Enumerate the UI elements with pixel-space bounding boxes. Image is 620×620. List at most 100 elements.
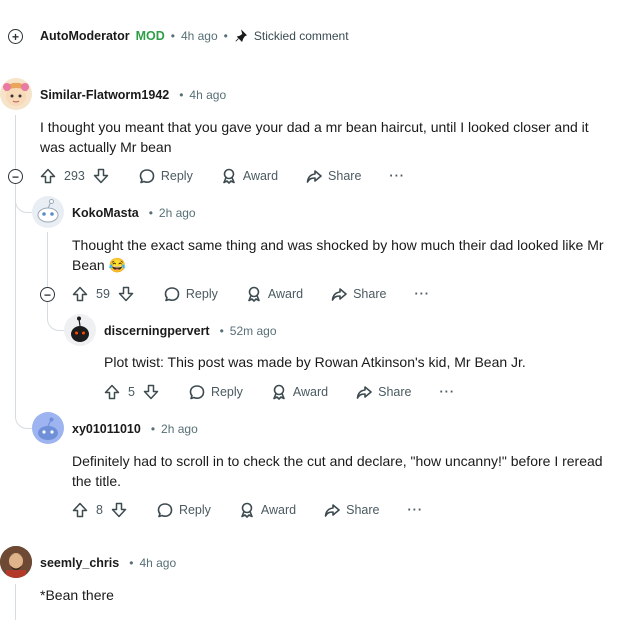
thread-line [15, 584, 16, 620]
more-options-button[interactable]: ··· [408, 503, 424, 517]
upvote-icon[interactable] [40, 168, 56, 184]
thread-curve [15, 190, 32, 213]
pin-icon [235, 29, 247, 43]
comment-header: AutoModerator MOD • 4h ago • Stickied co… [40, 29, 349, 43]
mod-badge: MOD [135, 29, 165, 43]
award-icon [223, 168, 235, 184]
avatar[interactable] [0, 546, 32, 578]
username[interactable]: KokoMasta [72, 206, 139, 220]
vote-count: 293 [64, 169, 85, 183]
share-button[interactable]: Share [324, 502, 380, 518]
downvote-icon[interactable] [93, 168, 109, 184]
separator: • [223, 29, 228, 43]
timestamp: 4h ago [189, 88, 227, 102]
award-button[interactable]: Award [221, 168, 278, 184]
share-icon [331, 288, 347, 301]
username[interactable]: seemly_chris [40, 556, 119, 570]
reply-button[interactable]: Reply [164, 286, 218, 302]
avatar[interactable] [32, 412, 64, 444]
comment-body: Definitely had to scroll in to check the… [72, 453, 603, 489]
comment-body: I thought you meant that you gave your d… [40, 119, 589, 155]
more-options-button[interactable]: ··· [414, 287, 430, 301]
comment-header: xy01011010 • 2h ago [72, 422, 198, 436]
vote-group: 293 [40, 168, 109, 184]
share-icon [306, 170, 322, 183]
username[interactable]: Similar-Flatworm1942 [40, 88, 169, 102]
share-icon [324, 504, 340, 517]
avatar[interactable] [32, 196, 64, 228]
reply-button[interactable]: Reply [189, 384, 243, 400]
username[interactable]: xy01011010 [72, 422, 141, 436]
more-options-button[interactable]: ··· [389, 169, 405, 183]
share-label: Share [328, 169, 362, 183]
comment-bubble-icon [139, 169, 155, 184]
separator: • [150, 422, 156, 436]
comment-header: Similar-Flatworm1942 • 4h ago [40, 88, 226, 102]
upvote-icon[interactable] [72, 502, 88, 518]
timestamp: 52m ago [229, 324, 277, 338]
separator: • [219, 324, 224, 338]
vote-group: 8 [72, 502, 127, 518]
award-icon [273, 384, 285, 400]
timestamp: 2h ago [161, 422, 198, 436]
award-icon [248, 286, 260, 302]
comment-bubble-icon [157, 503, 173, 518]
share-button[interactable]: Share [306, 168, 361, 184]
collapse-button[interactable]: − [8, 169, 23, 184]
reply-label: Reply [210, 385, 243, 399]
upvote-icon[interactable] [72, 286, 88, 302]
username[interactable]: AutoModerator [40, 29, 130, 43]
share-label: Share [346, 503, 380, 517]
comment-header: KokoMasta • 2h ago [72, 206, 196, 220]
separator: • [148, 206, 153, 220]
downvote-icon[interactable] [118, 286, 134, 302]
comment-header: seemly_chris • 4h ago [40, 556, 176, 570]
award-button[interactable]: Award [271, 384, 328, 400]
vote-count: 59 [96, 287, 110, 301]
upvote-icon[interactable] [104, 384, 120, 400]
comment-bubble-icon [164, 287, 180, 302]
comment-actions: 293 Reply Award Share ··· [40, 166, 405, 186]
comment-actions: 8 Reply Award Share ··· [72, 500, 423, 520]
username[interactable]: discerningpervert [104, 324, 210, 338]
vote-count: 5 [128, 385, 135, 399]
thread-curve [47, 302, 64, 331]
expand-button[interactable]: + [8, 29, 23, 44]
award-icon [241, 502, 253, 518]
avatar[interactable] [0, 78, 32, 110]
timestamp: 2h ago [158, 206, 196, 220]
share-button[interactable]: Share [331, 286, 386, 302]
reply-button[interactable]: Reply [139, 168, 193, 184]
separator: • [179, 88, 184, 102]
award-label: Award [292, 385, 329, 399]
vote-group: 5 [104, 384, 159, 400]
vote-count: 8 [96, 503, 103, 517]
separator: • [129, 556, 134, 570]
comment-actions: 5 Reply Award Share ··· [104, 382, 455, 402]
reply-button[interactable]: Reply [157, 502, 211, 518]
thread-line [15, 184, 16, 402]
award-label: Award [242, 169, 279, 183]
separator: • [170, 29, 175, 43]
thread-line [47, 232, 48, 288]
award-button[interactable]: Award [246, 286, 303, 302]
share-icon [356, 386, 372, 399]
award-button[interactable]: Award [239, 502, 296, 518]
reply-label: Reply [185, 287, 218, 301]
comment-actions: 59 Reply Award Share ··· [72, 284, 430, 304]
comment-body: *Bean there [40, 587, 114, 603]
thread-line [15, 115, 16, 171]
avatar[interactable] [64, 314, 96, 346]
comment-body: Plot twist: This post was made by Rowan … [104, 354, 526, 370]
comment-header: discerningpervert • 52m ago [104, 324, 277, 338]
reply-label: Reply [178, 503, 211, 517]
thread-curve [15, 402, 32, 429]
share-button[interactable]: Share [356, 384, 412, 400]
reply-label: Reply [160, 169, 193, 183]
downvote-icon[interactable] [111, 502, 127, 518]
award-label: Award [260, 503, 297, 517]
award-label: Award [267, 287, 304, 301]
more-options-button[interactable]: ··· [440, 385, 456, 399]
downvote-icon[interactable] [143, 384, 159, 400]
collapse-button[interactable]: − [40, 287, 55, 302]
